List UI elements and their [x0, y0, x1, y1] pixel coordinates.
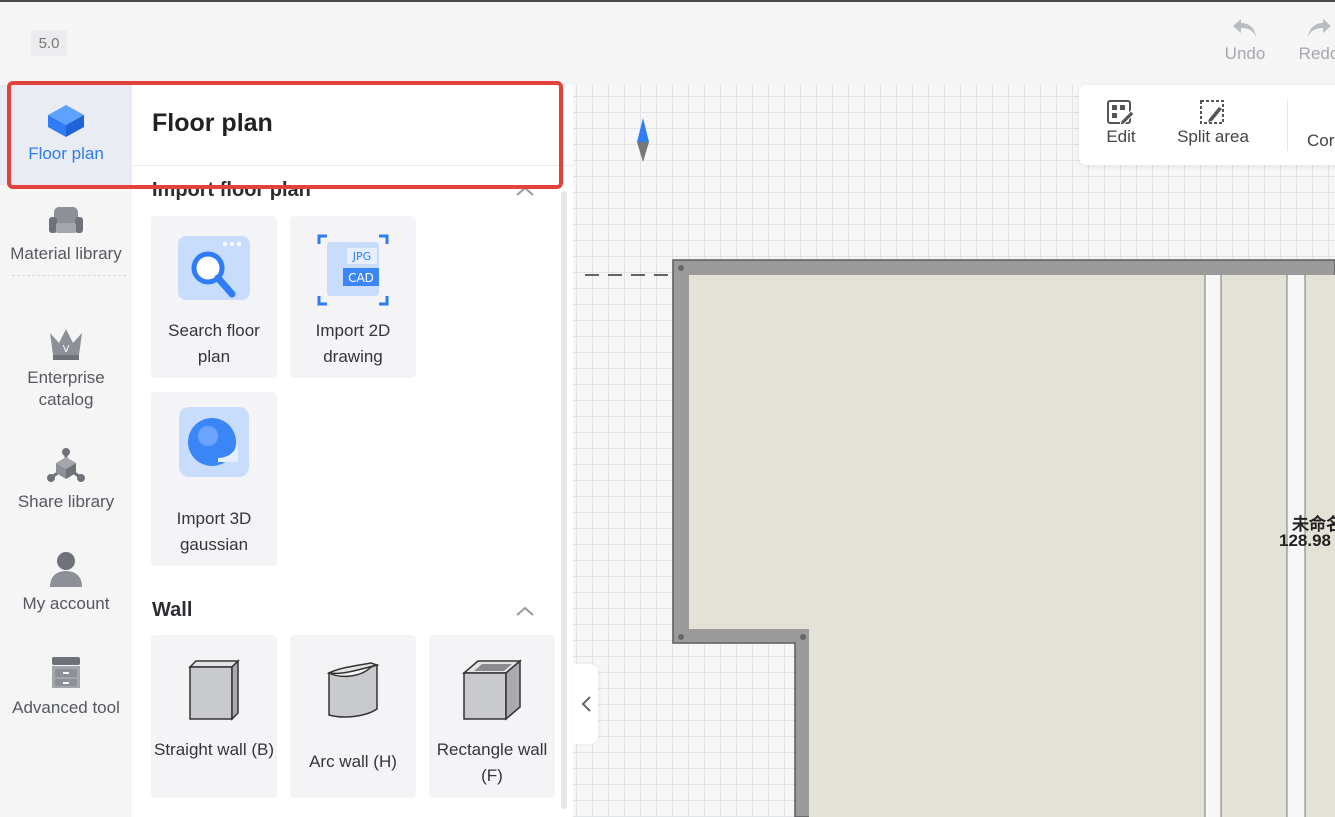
split-area-icon [1200, 100, 1224, 124]
compass-north-icon[interactable] [637, 118, 649, 162]
room-floor[interactable] [689, 275, 1205, 817]
undo-button[interactable]: Undo [1215, 16, 1275, 64]
left-nav-rail: Floor plan Material library V Enterprise… [0, 85, 132, 817]
edit-grid-icon [1107, 100, 1135, 125]
user-icon [50, 552, 82, 587]
panel-title: Floor plan [152, 109, 273, 137]
toolbar-divider [1287, 99, 1288, 151]
split-area-label: Split area [1177, 127, 1249, 146]
edit-toolbar: Edit Split area Cor [1079, 85, 1335, 165]
rail-item-advanced-tool[interactable]: Advanced tool [0, 655, 132, 719]
wall-node[interactable] [678, 265, 684, 271]
svg-text:V: V [63, 344, 70, 355]
redo-icon [1308, 19, 1331, 37]
sofa-icon [49, 207, 83, 233]
rail-item-label: Floor plan [28, 144, 104, 163]
cad-badge: CAD [348, 271, 374, 285]
rail-item-floor-plan[interactable]: Floor plan [0, 85, 132, 185]
floor-plan-panel: Floor plan Import floor plan Search floo… [132, 85, 573, 817]
rail-item-label: My account [22, 594, 110, 613]
chevron-up-icon[interactable] [515, 605, 535, 617]
rail-item-my-account[interactable]: My account [0, 549, 132, 615]
arc-wall-icon [326, 662, 380, 718]
collapse-panel-button[interactable] [573, 664, 598, 744]
card-import-3d-gaussian[interactable]: Import 3D gaussian [151, 392, 277, 566]
split-area-button[interactable]: Split area [1173, 97, 1253, 147]
room-floor-2[interactable] [1221, 275, 1287, 817]
edit-tool-button[interactable]: Edit [1101, 97, 1141, 147]
card-label: Import 3D gaussian [176, 509, 252, 554]
rail-item-material-library[interactable]: Material library [0, 203, 132, 265]
wall-node[interactable] [678, 634, 684, 640]
edit-tool-label: Edit [1106, 127, 1136, 146]
search-floor-plan-icon [178, 236, 250, 300]
undo-icon [1233, 19, 1256, 37]
rail-item-label: Enterprise catalog [27, 368, 105, 409]
panel-scrollbar[interactable] [561, 191, 567, 809]
panel-divider [132, 165, 573, 166]
card-label: Rectangle wall (F) [436, 740, 548, 785]
crown-icon: V [50, 329, 82, 360]
top-bar [0, 0, 1335, 85]
rail-item-label: Material library [10, 244, 122, 263]
globe-3d-icon [179, 407, 249, 477]
share-nodes-icon [47, 448, 85, 482]
card-label: Arc wall (H) [309, 752, 397, 771]
card-label: Straight wall (B) [154, 740, 274, 759]
redo-button[interactable]: Redo [1289, 16, 1335, 64]
chevron-left-icon [581, 696, 591, 712]
straight-wall-icon [188, 659, 240, 721]
rail-item-label: Advanced tool [12, 698, 120, 717]
next-tool-label: Cor [1307, 131, 1335, 150]
section-title-import: Import floor plan [152, 179, 311, 201]
jpg-cad-icon: JPG CAD [317, 234, 389, 306]
floor-plan-drawing[interactable] [585, 255, 1335, 817]
chevron-up-icon[interactable] [515, 185, 535, 197]
section-title-wall: Wall [152, 599, 193, 621]
card-import-2d-drawing[interactable]: JPG CAD Import 2D drawing [290, 216, 416, 378]
cabinet-icon [52, 657, 80, 688]
version-badge: 5.0 [31, 30, 67, 56]
rail-item-share-library[interactable]: Share library [0, 447, 132, 513]
rail-item-label: Share library [17, 492, 115, 511]
card-search-floor-plan[interactable]: Search floor plan [151, 216, 277, 378]
jpg-badge: JPG [352, 250, 371, 263]
redo-label: Redo [1298, 44, 1335, 63]
card-rectangle-wall[interactable]: Rectangle wall (F) [429, 635, 555, 798]
card-arc-wall[interactable]: Arc wall (H) [290, 635, 416, 798]
next-tool-button[interactable]: Cor [1307, 131, 1335, 151]
card-straight-wall[interactable]: Straight wall (B) [151, 635, 277, 798]
wall-gap [1205, 275, 1221, 817]
undo-label: Undo [1224, 44, 1266, 63]
room-area-label: 128.98 [1279, 531, 1331, 550]
rail-divider [12, 275, 126, 276]
floor-plan-icon [48, 105, 84, 137]
wall-node[interactable] [800, 634, 806, 640]
rectangle-wall-icon [461, 659, 523, 721]
card-label: Search floor plan [168, 321, 260, 366]
rail-item-enterprise-catalog[interactable]: V Enterprise catalog [0, 325, 132, 411]
card-label: Import 2D drawing [315, 321, 391, 366]
window-top-border [0, 0, 1335, 2]
